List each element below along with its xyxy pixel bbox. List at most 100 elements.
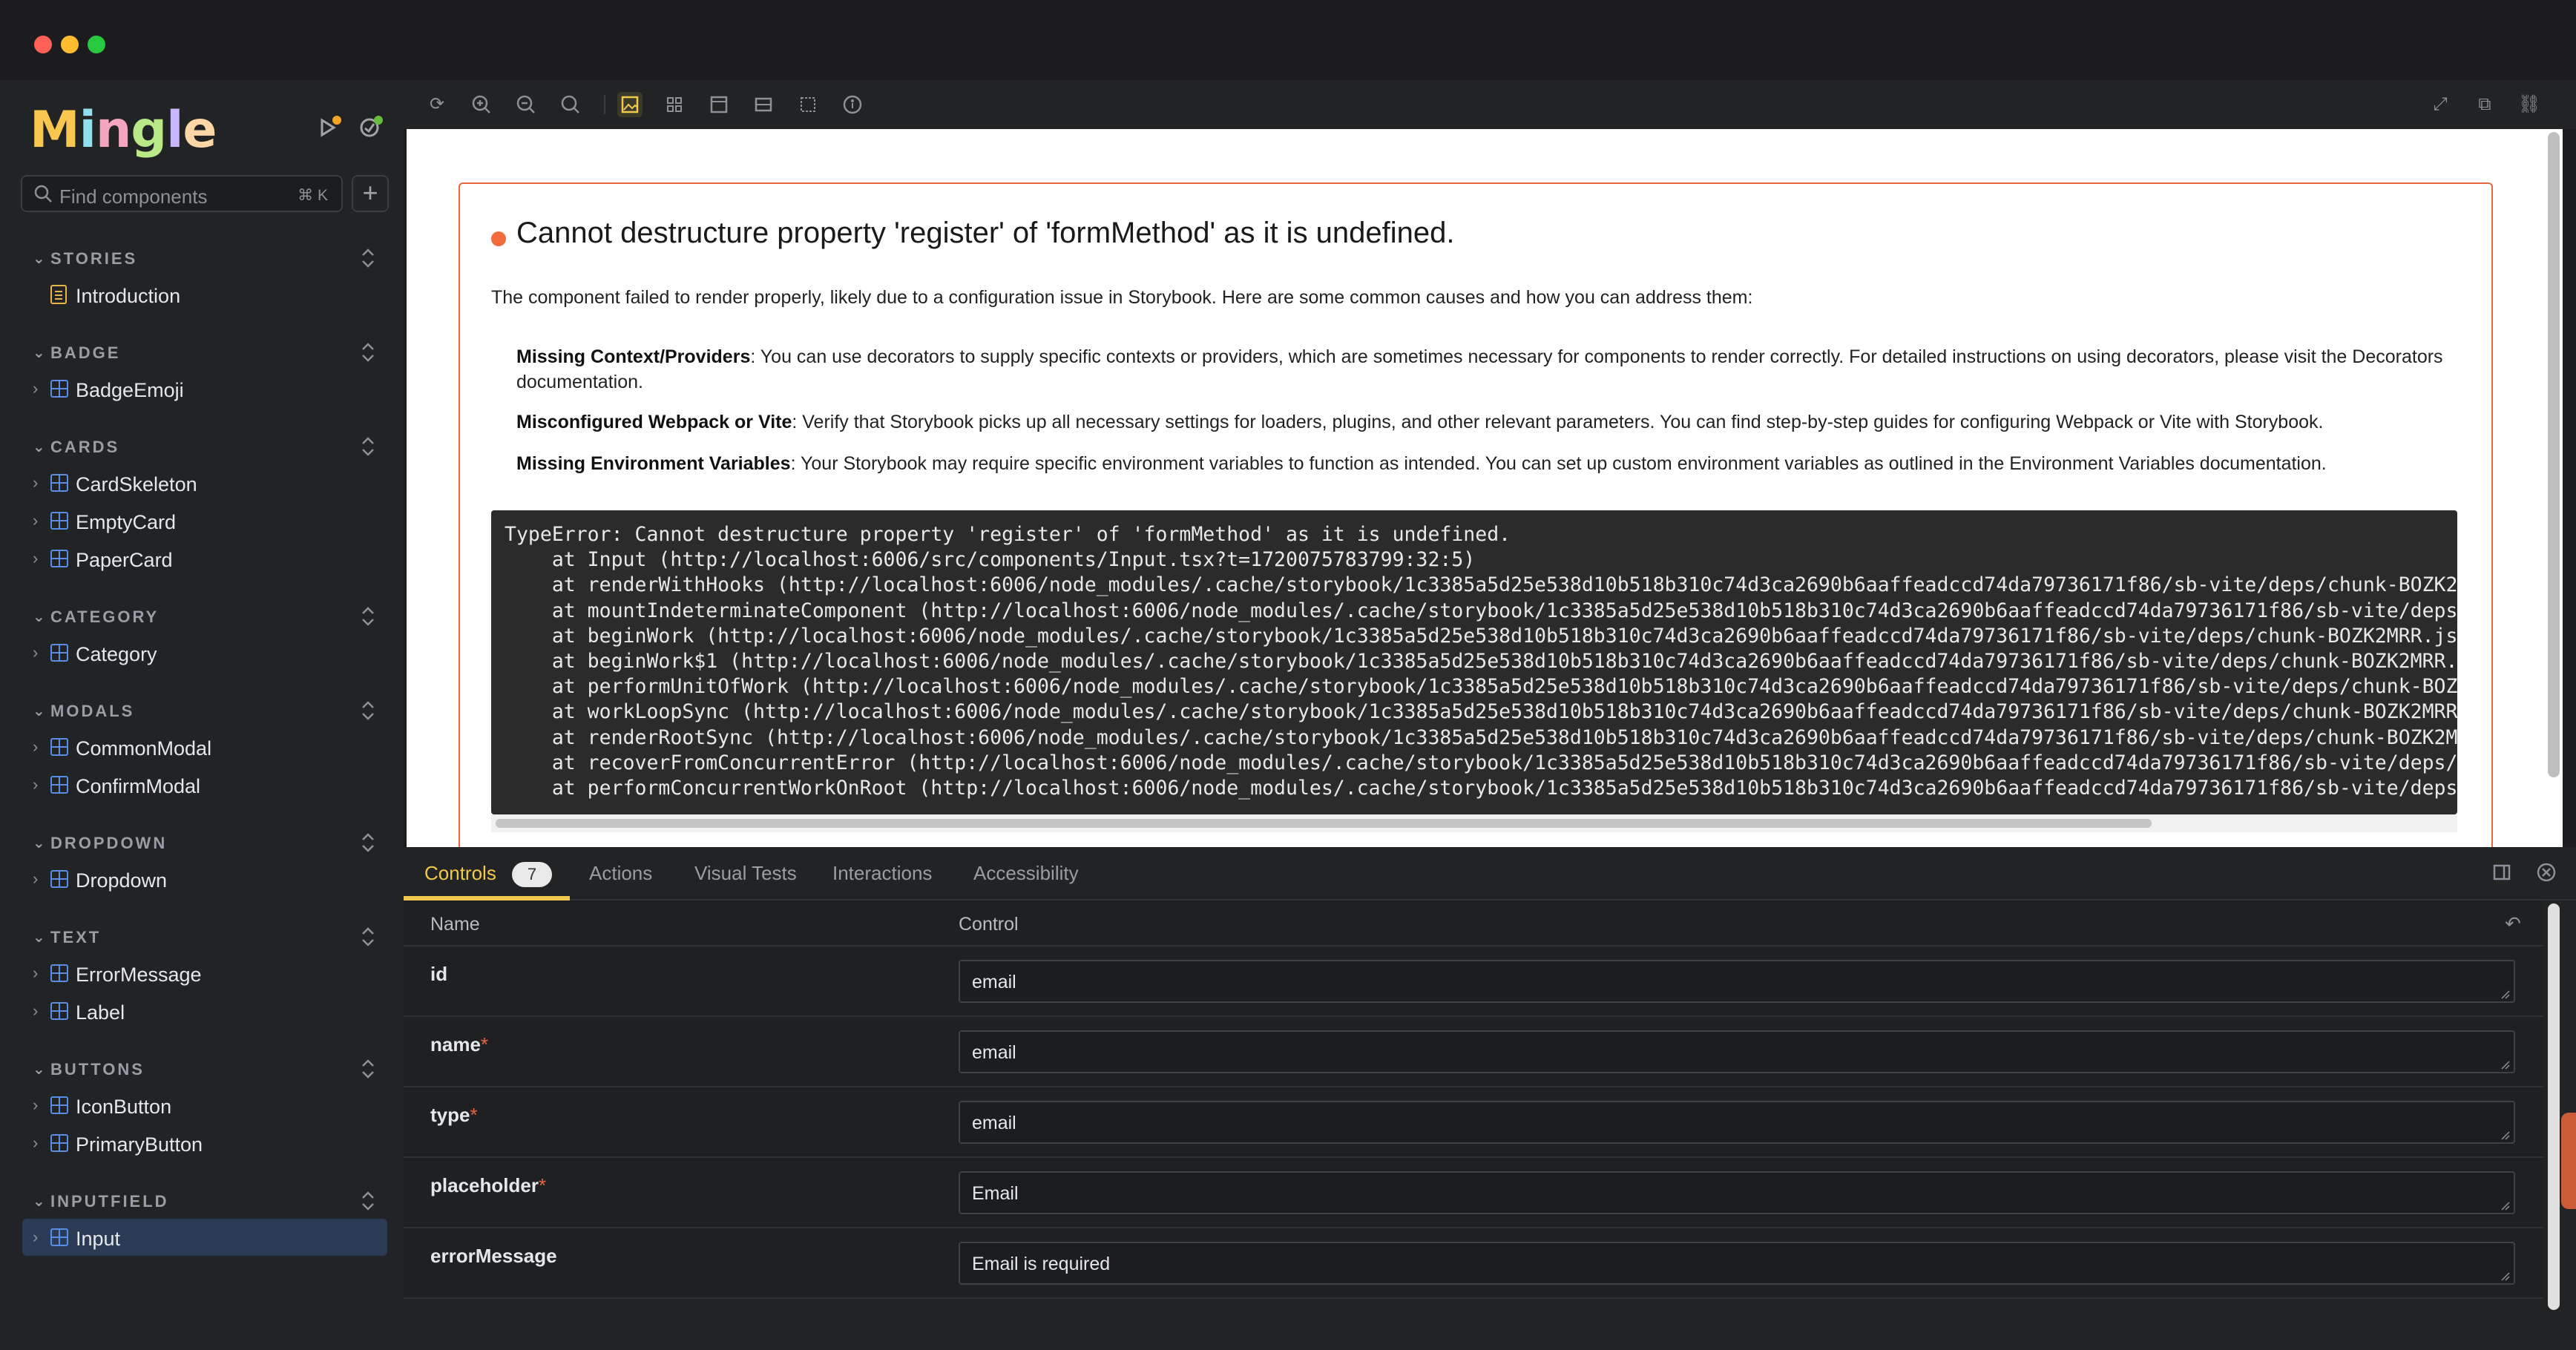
component-icon	[50, 644, 68, 662]
side-notification-tab[interactable]	[2561, 1113, 2576, 1209]
group-label: DROPDOWN	[50, 834, 168, 852]
component-icon	[50, 870, 68, 888]
add-component-button[interactable]: +	[352, 175, 389, 212]
brand-logo[interactable]: Mingle	[30, 101, 217, 160]
chevron-right-icon[interactable]: ›	[33, 775, 38, 794]
chevron-right-icon[interactable]: ›	[33, 964, 38, 983]
sidebar-item-iconbutton[interactable]: › IconButton	[22, 1087, 387, 1124]
sidebar-item-confirmmodal[interactable]: › ConfirmModal	[22, 766, 387, 803]
resize-handle-icon[interactable]	[2500, 1201, 2511, 1211]
open-new-tab-icon[interactable]: ⧉	[2472, 92, 2497, 117]
close-panel-icon[interactable]	[2534, 860, 2558, 884]
chevron-right-icon[interactable]: ›	[33, 511, 38, 530]
chevron-right-icon[interactable]: ›	[33, 869, 38, 889]
sidebar-item-dropdown[interactable]: › Dropdown	[22, 860, 387, 898]
accessibility-icon[interactable]	[840, 92, 865, 117]
chevron-right-icon[interactable]: ›	[33, 549, 38, 568]
tab-controls[interactable]: Controls	[424, 862, 496, 885]
expand-collapse-icon[interactable]	[356, 245, 380, 271]
copy-link-icon[interactable]: ⛓	[2517, 92, 2542, 117]
placeholder-input[interactable]: Email	[959, 1171, 2515, 1214]
chevron-right-icon[interactable]: ›	[33, 737, 38, 757]
resize-handle-icon[interactable]	[2500, 1271, 2511, 1282]
close-window-button[interactable]	[34, 36, 52, 53]
resize-handle-icon[interactable]	[2500, 1060, 2511, 1070]
sidebar-item-errormessage[interactable]: › ErrorMessage	[22, 955, 387, 992]
error-stack-trace[interactable]: TypeError: Cannot destructure property '…	[491, 510, 2457, 814]
expand-collapse-icon[interactable]	[356, 433, 380, 460]
expand-collapse-icon[interactable]	[356, 1188, 380, 1214]
sidebar: Mingle Find components ⌘ K + ⌄ STORIES Int…	[0, 80, 404, 1350]
zoom-out-icon[interactable]	[513, 92, 539, 117]
panel-scroll-thumb[interactable]	[2548, 903, 2560, 1310]
required-mark: *	[480, 1033, 489, 1056]
expand-collapse-icon[interactable]	[356, 603, 380, 630]
sidebar-item-label: ConfirmModal	[76, 775, 201, 797]
chevron-down-icon: ⌄	[33, 345, 47, 361]
outline-icon[interactable]	[795, 92, 821, 117]
chevron-down-icon: ⌄	[33, 439, 47, 455]
errormessage-input[interactable]: Email is required	[959, 1242, 2515, 1285]
sidebar-item-papercard[interactable]: › PaperCard	[22, 540, 387, 577]
stack-scroll-thumb[interactable]	[496, 819, 2152, 828]
grid-icon[interactable]	[662, 92, 687, 117]
sidebar-item-emptycard[interactable]: › EmptyCard	[22, 502, 387, 539]
sidebar-item-introduction[interactable]: Introduction	[22, 276, 387, 313]
resize-handle-icon[interactable]	[2500, 990, 2511, 1000]
preview-scroll-thumb[interactable]	[2548, 132, 2560, 777]
chevron-right-icon[interactable]: ›	[33, 473, 38, 493]
sidebar-item-category[interactable]: › Category	[22, 634, 387, 671]
sidebar-item-badgeemoji[interactable]: › BadgeEmoji	[22, 370, 387, 407]
background-icon[interactable]	[617, 92, 643, 117]
chevron-right-icon[interactable]: ›	[33, 1228, 38, 1247]
zoom-in-icon[interactable]	[469, 92, 494, 117]
play-icon[interactable]	[315, 114, 341, 141]
resize-handle-icon[interactable]	[2500, 1130, 2511, 1141]
zoom-reset-icon[interactable]	[558, 92, 583, 117]
id-input[interactable]: email	[959, 960, 2515, 1003]
sidebar-item-primarybutton[interactable]: › PrimaryButton	[22, 1125, 387, 1162]
fullscreen-icon[interactable]: ⤢	[2428, 92, 2453, 117]
stack-horizontal-scrollbar[interactable]	[491, 814, 2457, 832]
sidebar-item-commonmodal[interactable]: › CommonModal	[22, 728, 387, 765]
search-input[interactable]: Find components ⌘ K	[21, 175, 343, 212]
panel-scrollbar[interactable]	[2545, 900, 2563, 1316]
panel-orientation-icon[interactable]	[2490, 860, 2514, 884]
required-mark: *	[538, 1174, 547, 1196]
tab-visual-tests[interactable]: Visual Tests	[694, 862, 797, 885]
type-input[interactable]: email	[959, 1101, 2515, 1144]
sidebar-item-cardskeleton[interactable]: › CardSkeleton	[22, 464, 387, 501]
group-label: BUTTONS	[50, 1060, 145, 1079]
minimize-window-button[interactable]	[61, 36, 79, 53]
expand-collapse-icon[interactable]	[356, 923, 380, 950]
expand-collapse-icon[interactable]	[356, 829, 380, 856]
addon-tabs: Controls 7 Actions Visual Tests Interact…	[404, 847, 2576, 900]
reset-controls-icon[interactable]: ↶	[2500, 911, 2526, 936]
tab-accessibility[interactable]: Accessibility	[973, 862, 1079, 885]
control-row-id: id email	[404, 946, 2543, 1017]
sidebar-item-label: ErrorMessage	[76, 964, 202, 986]
chevron-right-icon[interactable]: ›	[33, 1096, 38, 1115]
sidebar-item-label[interactable]: › Label	[22, 992, 387, 1030]
chevron-right-icon[interactable]: ›	[33, 1133, 38, 1153]
chevron-down-icon: ⌄	[33, 251, 47, 267]
viewport-icon[interactable]	[706, 92, 732, 117]
component-icon	[50, 550, 68, 567]
chevron-right-icon[interactable]: ›	[33, 643, 38, 662]
name-input[interactable]: email	[959, 1030, 2515, 1073]
sidebar-item-input[interactable]: › Input	[22, 1219, 387, 1256]
chevron-right-icon[interactable]: ›	[33, 379, 38, 398]
expand-collapse-icon[interactable]	[356, 339, 380, 366]
preview-scrollbar[interactable]	[2545, 129, 2563, 847]
activity-icon[interactable]	[356, 114, 383, 141]
cause-webpack: Misconfigured Webpack or Vite: Verify th…	[516, 412, 2324, 432]
tab-interactions[interactable]: Interactions	[832, 862, 932, 885]
chevron-right-icon[interactable]: ›	[33, 1001, 38, 1021]
reload-icon[interactable]: ⟳	[424, 92, 450, 117]
expand-collapse-icon[interactable]	[356, 1056, 380, 1082]
maximize-window-button[interactable]	[88, 36, 105, 53]
measure-icon[interactable]	[751, 92, 776, 117]
tab-actions[interactable]: Actions	[589, 862, 652, 885]
sidebar-item-label: BadgeEmoji	[76, 379, 184, 401]
expand-collapse-icon[interactable]	[356, 697, 380, 724]
